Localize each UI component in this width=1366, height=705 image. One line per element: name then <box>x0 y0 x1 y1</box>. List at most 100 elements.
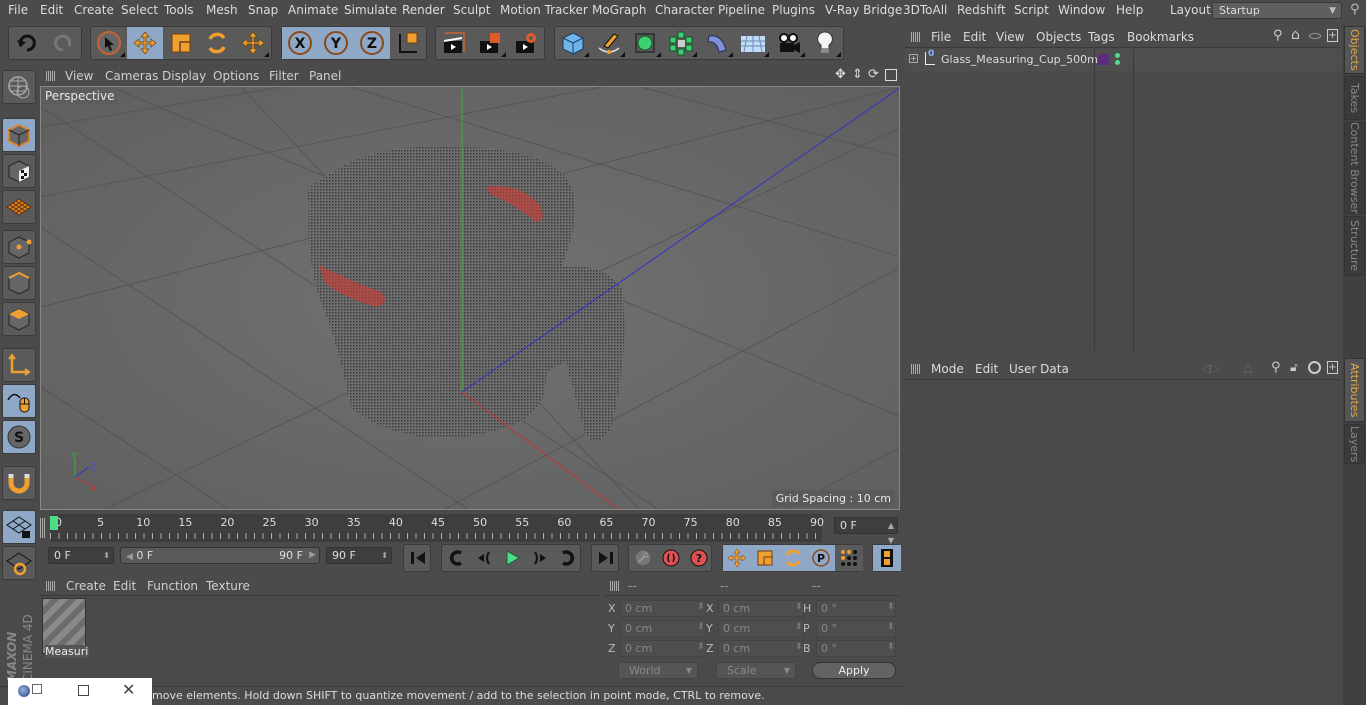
edges-mode-button[interactable] <box>2 266 36 300</box>
menu-mesh[interactable]: Mesh <box>206 3 238 17</box>
next-frame-button[interactable] <box>526 545 554 571</box>
last-tool-button[interactable] <box>235 27 271 59</box>
render-picture-viewer-button[interactable] <box>472 27 508 59</box>
tab-attributes[interactable]: Attributes <box>1344 358 1365 422</box>
menu-redshift[interactable]: Redshift <box>957 3 1006 17</box>
menu-snap[interactable]: Snap <box>248 3 278 17</box>
column-divider[interactable] <box>1133 49 1134 351</box>
menu-plugins[interactable]: Plugins <box>772 3 815 17</box>
maximize-icon[interactable] <box>78 685 89 696</box>
object-menu-view[interactable]: View <box>996 30 1024 44</box>
coordinate-system-button[interactable] <box>390 27 426 59</box>
timeline-window-button[interactable] <box>873 545 901 571</box>
search-icon[interactable]: ⚲ <box>1273 28 1283 43</box>
attribute-menu-edit[interactable]: Edit <box>975 362 998 376</box>
viewport-menu-display[interactable]: Display <box>162 69 206 83</box>
rotation-field[interactable]: 0 ° <box>816 620 896 637</box>
viewport-pan-icon[interactable]: ✥ <box>835 67 846 82</box>
viewport-maximize-icon[interactable] <box>885 69 897 81</box>
make-editable-button[interactable] <box>2 70 36 104</box>
menu-animate[interactable]: Animate <box>288 3 338 17</box>
menu-3dtoall[interactable]: 3DToAll <box>903 3 947 17</box>
camera-button[interactable] <box>771 27 807 59</box>
menu-character[interactable]: Character <box>655 3 714 17</box>
autokeying-button[interactable]: ? <box>685 545 713 571</box>
menu-window[interactable]: Window <box>1058 3 1105 17</box>
viewport-rotate-icon[interactable]: ⟳ <box>868 67 879 82</box>
workplane-mode-button[interactable] <box>2 190 36 224</box>
rotation-field[interactable]: 0 ° <box>816 640 896 657</box>
panel-grip[interactable] <box>46 581 56 591</box>
model-mode-button[interactable] <box>2 118 36 152</box>
current-frame-field[interactable]: 0 F ▲ ▼ <box>834 517 898 545</box>
render-visibility-dot[interactable] <box>1115 60 1120 65</box>
key-rotation-button[interactable] <box>779 545 807 571</box>
material-menu-function[interactable]: Function <box>147 579 198 593</box>
object-menu-bookmarks[interactable]: Bookmarks <box>1127 30 1194 44</box>
back-arrow-icon[interactable]: ◁▷ <box>1201 361 1219 375</box>
floor-button[interactable] <box>735 27 771 59</box>
menu-mograph[interactable]: MoGraph <box>592 3 647 17</box>
coordinate-mode-dropdown[interactable]: World ▼ <box>618 662 698 679</box>
column-divider[interactable] <box>1094 49 1095 351</box>
size-field[interactable]: 0 cm <box>718 640 804 657</box>
menu-pipeline[interactable]: Pipeline <box>718 3 765 17</box>
panel-grip[interactable] <box>46 71 56 81</box>
go-to-start-button[interactable] <box>404 545 432 571</box>
material-menu-texture[interactable]: Texture <box>206 579 250 593</box>
lock-workplane-button[interactable] <box>2 510 36 544</box>
viewport-dolly-icon[interactable]: ⇕ <box>852 67 863 82</box>
object-row[interactable]: + 0 Glass_Measuring_Cup_500ml <box>905 49 1341 71</box>
camera-label[interactable]: Perspective <box>42 88 118 104</box>
rotate-button[interactable] <box>199 27 235 59</box>
menu-tools[interactable]: Tools <box>164 3 194 17</box>
frame-range-slider[interactable]: ◀ 0 F 90 F ▶ <box>120 547 320 564</box>
current-frame-marker[interactable] <box>50 516 58 530</box>
scale-button[interactable] <box>163 27 199 59</box>
solo-mode-button[interactable]: S <box>2 420 36 454</box>
start-frame-field[interactable]: 0 F ⬍ <box>48 547 114 564</box>
panel-grip[interactable] <box>610 581 620 591</box>
previous-frame-button[interactable] <box>470 545 498 571</box>
key-scale-button[interactable] <box>751 545 779 571</box>
search-icon[interactable]: ⚲ <box>1350 2 1360 17</box>
redo-button[interactable] <box>45 27 81 59</box>
size-field[interactable]: 0 cm <box>718 600 804 617</box>
lock-icon[interactable]: 🔓︎ <box>1290 360 1298 375</box>
spinner-icon[interactable]: ⬍ <box>887 622 897 632</box>
snap-button[interactable] <box>2 466 36 500</box>
workplane-rotate-button[interactable] <box>2 546 36 580</box>
deformer-button[interactable] <box>699 27 735 59</box>
render-view-button[interactable] <box>436 27 472 59</box>
position-field[interactable]: 0 cm <box>620 640 706 657</box>
apply-button[interactable]: Apply <box>812 662 896 679</box>
view-icon[interactable] <box>1309 33 1321 39</box>
end-frame-field[interactable]: 90 F ⬍ <box>326 547 392 564</box>
viewport-menu-cameras[interactable]: Cameras <box>105 69 158 83</box>
search-icon[interactable]: ⚲ <box>1271 360 1281 375</box>
pen-spline-button[interactable] <box>591 27 627 59</box>
tab-structure[interactable]: Structure <box>1344 216 1365 276</box>
timeline-ruler[interactable]: 0 5 10 15 20 25 30 35 40 45 50 55 60 65 70 75 80 85 90 <box>50 514 824 542</box>
object-menu-tags[interactable]: Tags <box>1088 30 1115 44</box>
new-panel-icon[interactable]: + <box>1327 29 1338 42</box>
motion-record-button[interactable] <box>629 545 657 571</box>
tab-takes[interactable]: Takes <box>1344 76 1365 120</box>
move-button[interactable] <box>127 27 163 59</box>
y-axis-button[interactable]: Y <box>318 27 354 59</box>
material-menu-create[interactable]: Create <box>66 579 106 593</box>
tab-content-browser[interactable]: Content Browser <box>1344 122 1365 214</box>
viewport-menu-view[interactable]: View <box>65 69 93 83</box>
viewport-menu-options[interactable]: Options <box>213 69 259 83</box>
viewport-menu-filter[interactable]: Filter <box>269 69 299 83</box>
target-icon[interactable] <box>1308 361 1321 374</box>
go-to-end-button[interactable] <box>592 545 620 571</box>
subdivision-surface-button[interactable] <box>627 27 663 59</box>
size-mode-dropdown[interactable]: Scale ▼ <box>716 662 796 679</box>
panel-grip[interactable] <box>911 32 921 42</box>
viewport-menu-panel[interactable]: Panel <box>309 69 341 83</box>
polygons-mode-button[interactable] <box>2 302 36 336</box>
object-menu-file[interactable]: File <box>931 30 951 44</box>
layer-color-swatch[interactable] <box>1098 54 1109 65</box>
size-field[interactable]: 0 cm <box>718 620 804 637</box>
